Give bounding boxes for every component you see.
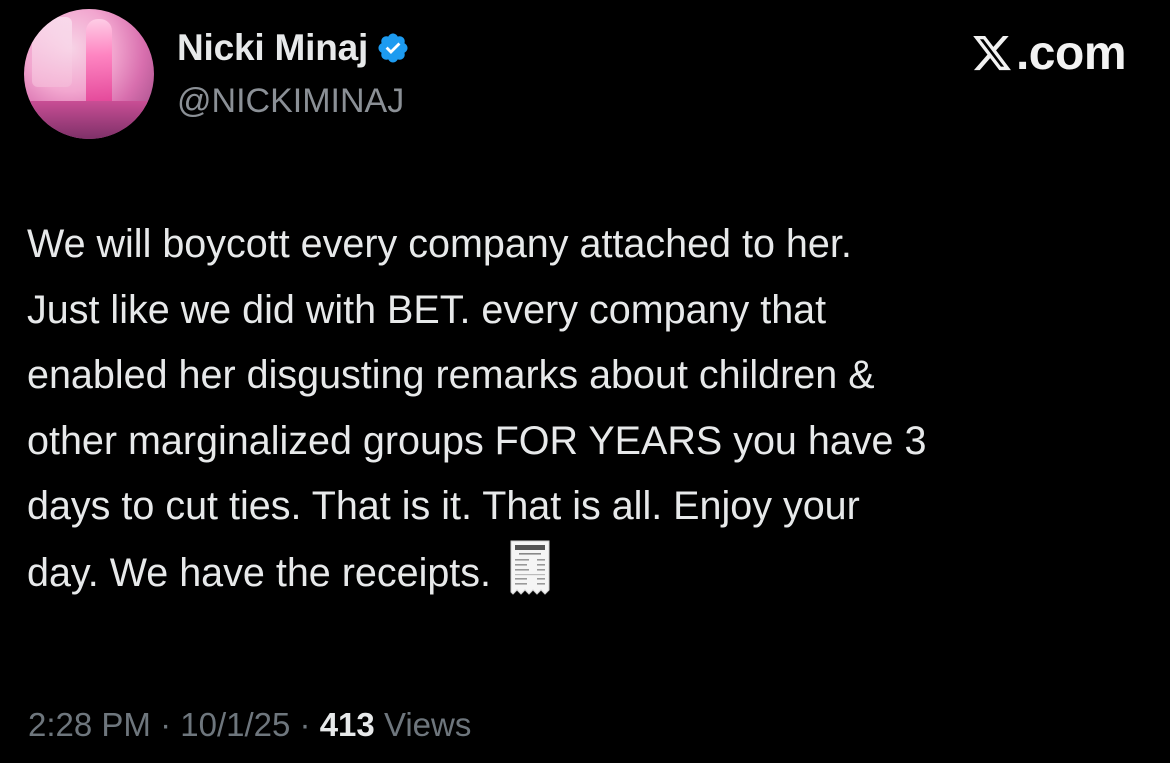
tweet-text-line: other marginalized groups FOR YEARS you … [27,418,927,463]
tweet-text-line: enabled her disgusting remarks about chi… [27,353,875,397]
meta-separator: · [299,706,311,743]
meta-separator: · [160,706,172,743]
tweet-text-line-last: day. We have the receipts. [27,540,1137,607]
x-logo-icon [973,35,1011,71]
avatar-figure [86,19,112,109]
tweet-text-line-content: day. We have the receipts. [27,550,492,595]
brand-watermark: .com [970,26,1127,80]
views-label: Views [383,706,472,743]
avatar-foreground-seat [24,101,154,139]
tweet-text-line: We will boycott every company attached t… [27,222,852,266]
tweet-text-line: Just like we did with BET. every company… [27,287,827,332]
avatar[interactable] [24,9,154,139]
views-count[interactable]: 413 [320,706,375,743]
brand-domain-text: .com [1015,26,1127,80]
author-display-name[interactable]: Nicki Minaj [177,27,368,69]
author-name-row: Nicki Minaj [177,26,410,70]
receipt-icon [510,540,550,595]
avatar-background-window [32,17,72,87]
author-handle[interactable]: @NICKIMINAJ [177,82,404,121]
verified-badge-icon [378,33,408,63]
tweet-text: We will boycott every company attached t… [27,212,1137,606]
tweet-text-line: days to cut ties. That is it. That is al… [27,484,860,528]
tweet-time[interactable]: 2:28 PM [28,706,151,743]
tweet-card: Nicki Minaj @NICKIMINAJ .com We will boy… [0,0,1170,763]
tweet-date[interactable]: 10/1/25 [180,706,290,743]
tweet-meta: 2:28 PM · 10/1/25 · 413 Views [28,706,471,744]
